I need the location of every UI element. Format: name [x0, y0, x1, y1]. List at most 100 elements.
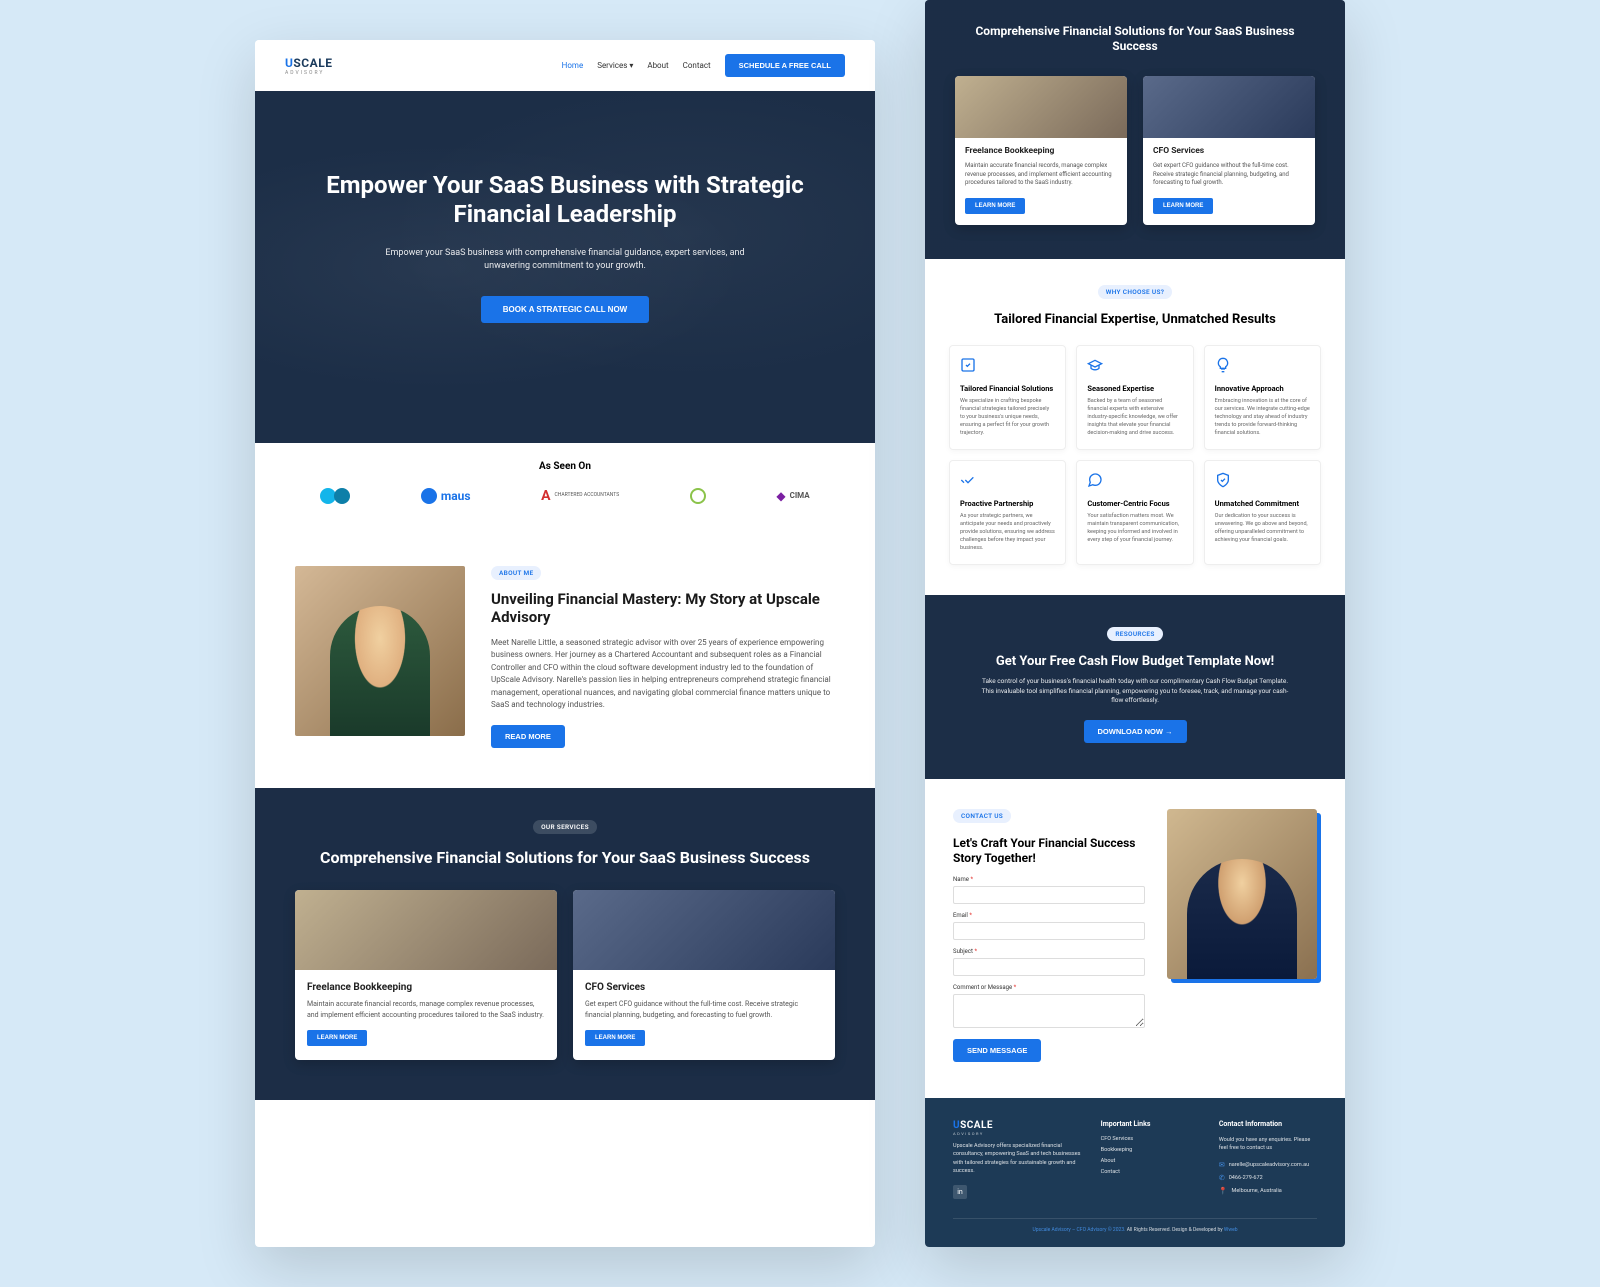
nav-services[interactable]: Services ▾: [597, 61, 633, 70]
card-image: [1143, 76, 1315, 138]
navbar: USCALE ADVISORY Home Services ▾ About Co…: [255, 40, 875, 91]
subject-input[interactable]: [953, 958, 1145, 976]
footer: USCALE ADVISORY Upscale Advisory offers …: [925, 1098, 1345, 1247]
logo-xero: [320, 488, 350, 504]
why-card: Tailored Financial Solutions We speciali…: [949, 345, 1066, 450]
name-label: Name *: [953, 876, 1145, 883]
why-card: Innovative Approach Embracing innovation…: [1204, 345, 1321, 450]
card-image: [955, 76, 1127, 138]
resources-tag: RESOURCES: [1107, 627, 1162, 641]
resources-title: Get Your Free Cash Flow Budget Template …: [955, 654, 1315, 669]
about-tag: ABOUT ME: [491, 566, 541, 580]
card-cfo: CFO Services Get expert CFO guidance wit…: [1143, 76, 1315, 225]
mail-icon: ✉: [1219, 1161, 1225, 1169]
name-input[interactable]: [953, 886, 1145, 904]
logo-ca: ACHARTERED ACCOUNTANTS: [541, 488, 619, 504]
about-content: ABOUT ME Unveiling Financial Mastery: My…: [491, 566, 835, 749]
bulb-icon: [1215, 357, 1231, 373]
about-photo: [295, 566, 465, 736]
contact-title: Let's Craft Your Financial Success Story…: [953, 836, 1145, 866]
contact-tag: CONTACT US: [953, 809, 1011, 823]
nav-links: Home Services ▾ About Contact SCHEDULE A…: [562, 54, 845, 77]
logo-cert: [690, 488, 706, 504]
why-card-title: Tailored Financial Solutions: [960, 384, 1055, 393]
why-card-desc: Backed by a team of seasoned financial e…: [1087, 398, 1182, 438]
about-body: Meet Narelle Little, a seasoned strategi…: [491, 637, 835, 711]
nav-home[interactable]: Home: [562, 61, 584, 70]
as-seen-title: As Seen On: [285, 461, 845, 472]
why-card-desc: Embracing innovation is at the core of o…: [1215, 398, 1310, 438]
learn-more-button[interactable]: LEARN MORE: [1153, 198, 1213, 214]
footer-link[interactable]: CFO Services: [1101, 1136, 1199, 1142]
card-bookkeeping: Freelance Bookkeeping Maintain accurate …: [955, 76, 1127, 225]
footer-link[interactable]: Bookkeeping: [1101, 1147, 1199, 1153]
contact-phone[interactable]: ✆0466-279-672: [1219, 1174, 1317, 1182]
footer-brand: USCALE ADVISORY Upscale Advisory offers …: [953, 1120, 1081, 1200]
card-image: [295, 890, 557, 970]
about-cta-button[interactable]: READ MORE: [491, 725, 565, 748]
card-image: [573, 890, 835, 970]
why-card: Unmatched Commitment Our dedication to y…: [1204, 460, 1321, 565]
brand-logo[interactable]: USCALE ADVISORY: [285, 56, 332, 76]
why-card-title: Seasoned Expertise: [1087, 384, 1182, 393]
why-grid: Tailored Financial Solutions We speciali…: [949, 345, 1321, 565]
graduation-icon: [1087, 357, 1103, 373]
contact-photo: [1167, 809, 1317, 979]
hero-subtitle: Empower your SaaS business with comprehe…: [385, 247, 745, 274]
why-card: Customer-Centric Focus Your satisfaction…: [1076, 460, 1193, 565]
email-label: Email *: [953, 912, 1145, 919]
linkedin-icon[interactable]: in: [953, 1185, 967, 1199]
footer-contact: Contact Information Would you have any e…: [1219, 1120, 1317, 1200]
service-cards: Freelance Bookkeeping Maintain accurate …: [955, 76, 1315, 225]
learn-more-button[interactable]: LEARN MORE: [307, 1030, 367, 1046]
send-message-button[interactable]: SEND MESSAGE: [953, 1039, 1041, 1062]
hero-cta-button[interactable]: BOOK A STRATEGIC CALL NOW: [481, 296, 649, 323]
contact-email[interactable]: ✉narelle@upscaleadvisory.com.au: [1219, 1161, 1317, 1169]
message-input[interactable]: [953, 994, 1145, 1028]
why-card: Proactive Partnership As your strategic …: [949, 460, 1066, 565]
footer-links-title: Important Links: [1101, 1120, 1199, 1128]
services-title: Comprehensive Financial Solutions for Yo…: [295, 848, 835, 868]
hero-section: Empower Your SaaS Business with Strategi…: [255, 91, 875, 443]
footer-link[interactable]: Contact: [1101, 1169, 1199, 1175]
card-desc: Maintain accurate financial records, man…: [307, 999, 545, 1019]
nav-contact[interactable]: Contact: [683, 61, 711, 70]
email-input[interactable]: [953, 922, 1145, 940]
footer-desc: Upscale Advisory offers specialized fina…: [953, 1142, 1081, 1175]
nav-cta-button[interactable]: SCHEDULE A FREE CALL: [725, 54, 845, 77]
footer-logo[interactable]: USCALE ADVISORY: [953, 1120, 1081, 1136]
nav-about[interactable]: About: [647, 61, 668, 70]
why-card: Seasoned Expertise Backed by a team of s…: [1076, 345, 1193, 450]
services-section-top: Comprehensive Financial Solutions for Yo…: [925, 0, 1345, 259]
why-card-title: Proactive Partnership: [960, 499, 1055, 508]
as-seen-section: As Seen On maus ACHARTERED ACCOUNTANTS ◆…: [255, 443, 875, 530]
card-desc: Get expert CFO guidance without the full…: [585, 999, 823, 1019]
learn-more-button[interactable]: LEARN MORE: [585, 1030, 645, 1046]
message-label: Comment or Message *: [953, 984, 1145, 991]
card-cfo: CFO Services Get expert CFO guidance wit…: [573, 890, 835, 1059]
resources-body: Take control of your business's financia…: [980, 677, 1290, 706]
footer-copyright: Upscale Advisory – CFO Advisory © 2023. …: [953, 1218, 1317, 1233]
learn-more-button[interactable]: LEARN MORE: [965, 198, 1025, 214]
chevron-down-icon: ▾: [629, 61, 633, 70]
card-bookkeeping: Freelance Bookkeeping Maintain accurate …: [295, 890, 557, 1059]
footer-links: Important Links CFO Services Bookkeeping…: [1101, 1120, 1199, 1200]
phone-icon: ✆: [1219, 1174, 1225, 1182]
why-card-desc: We specialize in crafting bespoke financ…: [960, 398, 1055, 438]
page-left-mock: USCALE ADVISORY Home Services ▾ About Co…: [255, 40, 875, 1247]
partner-logos: maus ACHARTERED ACCOUNTANTS ◆CIMA: [285, 488, 845, 504]
subject-label: Subject *: [953, 948, 1145, 955]
hero-title: Empower Your SaaS Business with Strategi…: [295, 171, 835, 229]
why-card-desc: Your satisfaction matters most. We maint…: [1087, 513, 1182, 545]
card-title: Freelance Bookkeeping: [965, 146, 1117, 156]
logo-maus: maus: [421, 488, 471, 504]
handshake-icon: [960, 472, 976, 488]
footer-link[interactable]: About: [1101, 1158, 1199, 1164]
about-title: Unveiling Financial Mastery: My Story at…: [491, 590, 835, 628]
download-button[interactable]: DOWNLOAD NOW →: [1084, 720, 1187, 743]
service-cards: Freelance Bookkeeping Maintain accurate …: [295, 890, 835, 1059]
card-desc: Maintain accurate financial records, man…: [965, 162, 1117, 188]
logo-scale: SCALE: [293, 56, 332, 70]
card-title: CFO Services: [1153, 146, 1305, 156]
resources-section: RESOURCES Get Your Free Cash Flow Budget…: [925, 595, 1345, 779]
